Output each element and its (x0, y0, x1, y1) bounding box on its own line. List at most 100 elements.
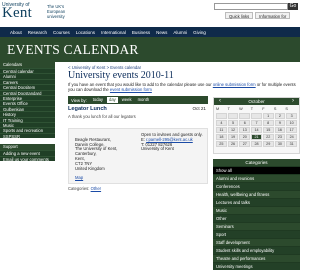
online-submission-link[interactable]: online submission form (213, 82, 256, 87)
nav-giving[interactable]: Giving (193, 30, 206, 35)
tagline: The UK's European university (47, 4, 66, 19)
quick-links-bar: Quick links Information for (225, 12, 298, 19)
calendar-day[interactable]: 8 (262, 120, 274, 127)
nav-alumni[interactable]: Alumni (173, 30, 187, 35)
calendar-day[interactable]: 15 (262, 127, 274, 134)
tab-today[interactable]: today (91, 97, 105, 103)
dow: T (250, 107, 254, 111)
nav-business[interactable]: Business (132, 30, 150, 35)
category-item[interactable]: Lectures and talks (213, 198, 300, 206)
day-of-week-header: M T W T F S S (214, 105, 299, 111)
calendar-day[interactable]: 7 (251, 120, 262, 127)
event-info: Open to invitees and guests only. E: r.p… (141, 132, 205, 152)
category-item[interactable]: University meetings (213, 262, 300, 270)
page-title: EVENTS CALENDAR (7, 42, 139, 57)
category-item[interactable]: Other (213, 214, 300, 222)
event-title[interactable]: Legator Lunch (68, 106, 107, 112)
category-item[interactable]: Music (213, 206, 300, 214)
next-month-button[interactable]: › (289, 98, 297, 105)
calendar-day[interactable]: 11 (216, 127, 227, 134)
prev-month-button[interactable]: ‹ (216, 98, 224, 105)
category-item[interactable]: Student skills and employability (213, 246, 300, 254)
nav-about[interactable]: About (10, 30, 22, 35)
calendar-day[interactable]: 31 (286, 141, 297, 148)
intro-text: If you have an event that you would like… (68, 82, 296, 92)
category-other-link[interactable]: Other (91, 186, 101, 191)
calendar-day[interactable]: 4 (216, 120, 227, 127)
calendar-day (239, 113, 251, 120)
calendar-day (216, 113, 227, 120)
top-bar: University of Kent The UK's European uni… (0, 0, 300, 27)
nav-courses[interactable]: Courses (53, 30, 70, 35)
calendar-grid: 1 2 3 4 5 6 7 8 9 10 11 12 13 14 15 16 1… (214, 111, 299, 149)
calendar-day-today[interactable]: 21 (251, 134, 262, 141)
events-calendar-banner: EVENTS CALENDAR (0, 37, 300, 62)
calendar-day[interactable]: 23 (274, 134, 286, 141)
tab-month[interactable]: month (136, 97, 152, 103)
calendar-day[interactable]: 5 (227, 120, 239, 127)
left-sidebar: Calendars Central calendar Alumni Career… (0, 62, 55, 278)
dow: W (239, 107, 243, 111)
event-submission-form-link[interactable]: event submission form (110, 87, 152, 92)
calendar-day[interactable]: 3 (286, 113, 297, 120)
calendar-day[interactable]: 9 (274, 120, 286, 127)
category-item[interactable]: Conferences (213, 182, 300, 190)
tab-week[interactable]: week (120, 97, 134, 103)
calendar-day[interactable]: 17 (286, 127, 297, 134)
nav-international[interactable]: International (101, 30, 126, 35)
view-label: View by: (71, 97, 87, 103)
category-item[interactable]: Seminars (213, 222, 300, 230)
calendar-day[interactable]: 19 (227, 134, 239, 141)
calendar-day[interactable]: 13 (239, 127, 251, 134)
calendar-month: October (248, 99, 265, 104)
calendar-day[interactable]: 29 (262, 141, 274, 148)
nav-news[interactable]: News (156, 30, 167, 35)
calendar-day[interactable]: 28 (251, 141, 262, 148)
calendar-day[interactable]: 14 (251, 127, 262, 134)
search-input[interactable] (214, 3, 288, 10)
main-heading: University events 2010-11 (68, 70, 174, 81)
calendar-day (251, 113, 262, 120)
information-for-button[interactable]: Information for (255, 12, 291, 19)
category-item[interactable]: Alumni and reunions (213, 174, 300, 182)
quick-links-button[interactable]: Quick links (225, 12, 254, 19)
view-switcher: View by: today day week month (68, 96, 208, 104)
tab-day[interactable]: day (107, 97, 118, 103)
support-email-comments[interactable]: Email us your comments (0, 155, 55, 162)
calendar-day[interactable]: 20 (239, 134, 251, 141)
calendar-day[interactable]: 16 (274, 127, 286, 134)
dow: M (216, 107, 220, 111)
calendar-day[interactable]: 22 (262, 134, 274, 141)
calendar-day[interactable]: 26 (227, 141, 239, 148)
university-logo[interactable]: University of Kent (2, 2, 44, 24)
category-item[interactable]: Staff development (213, 238, 300, 246)
dow: F (262, 107, 265, 111)
calendar-day[interactable]: 2 (274, 113, 286, 120)
category-show-all[interactable]: Show all (213, 166, 300, 174)
category-item[interactable]: Theatre and performances (213, 254, 300, 262)
event-details-card: Beagle Restaurant, Darwin College, The U… (68, 128, 208, 184)
calendar-day[interactable]: 25 (216, 141, 227, 148)
categories-label: Categories: (68, 186, 90, 191)
categories-panel: Categories Show all Alumni and reunions … (213, 159, 300, 278)
calendar-day[interactable]: 12 (227, 127, 239, 134)
nav-locations[interactable]: Locations (76, 30, 95, 35)
mini-calendar: ‹ October › M T W T F S S 1 2 3 4 5 6 7 … (213, 97, 300, 154)
right-column: ‹ October › M T W T F S S 1 2 3 4 5 6 7 … (213, 97, 300, 278)
calendar-day[interactable]: 18 (216, 134, 227, 141)
address-text: Beagle Restaurant, Darwin College, The U… (75, 136, 118, 171)
search-button[interactable]: Go (288, 3, 298, 10)
category-item[interactable]: Sport (213, 230, 300, 238)
map-link[interactable]: Map (75, 175, 83, 180)
calendar-day[interactable]: 24 (286, 134, 297, 141)
main-nav: About Research Courses Locations Interna… (0, 27, 300, 37)
calendar-day[interactable]: 6 (239, 120, 251, 127)
calendar-day[interactable]: 10 (286, 120, 297, 127)
nav-research[interactable]: Research (28, 30, 47, 35)
calendar-day (227, 113, 239, 120)
calendar-day[interactable]: 30 (274, 141, 286, 148)
calendar-day[interactable]: 1 (262, 113, 274, 120)
category-item[interactable]: Health, wellbeing and fitness (213, 190, 300, 198)
calendar-day[interactable]: 27 (239, 141, 251, 148)
categories-heading: Categories (213, 159, 300, 166)
